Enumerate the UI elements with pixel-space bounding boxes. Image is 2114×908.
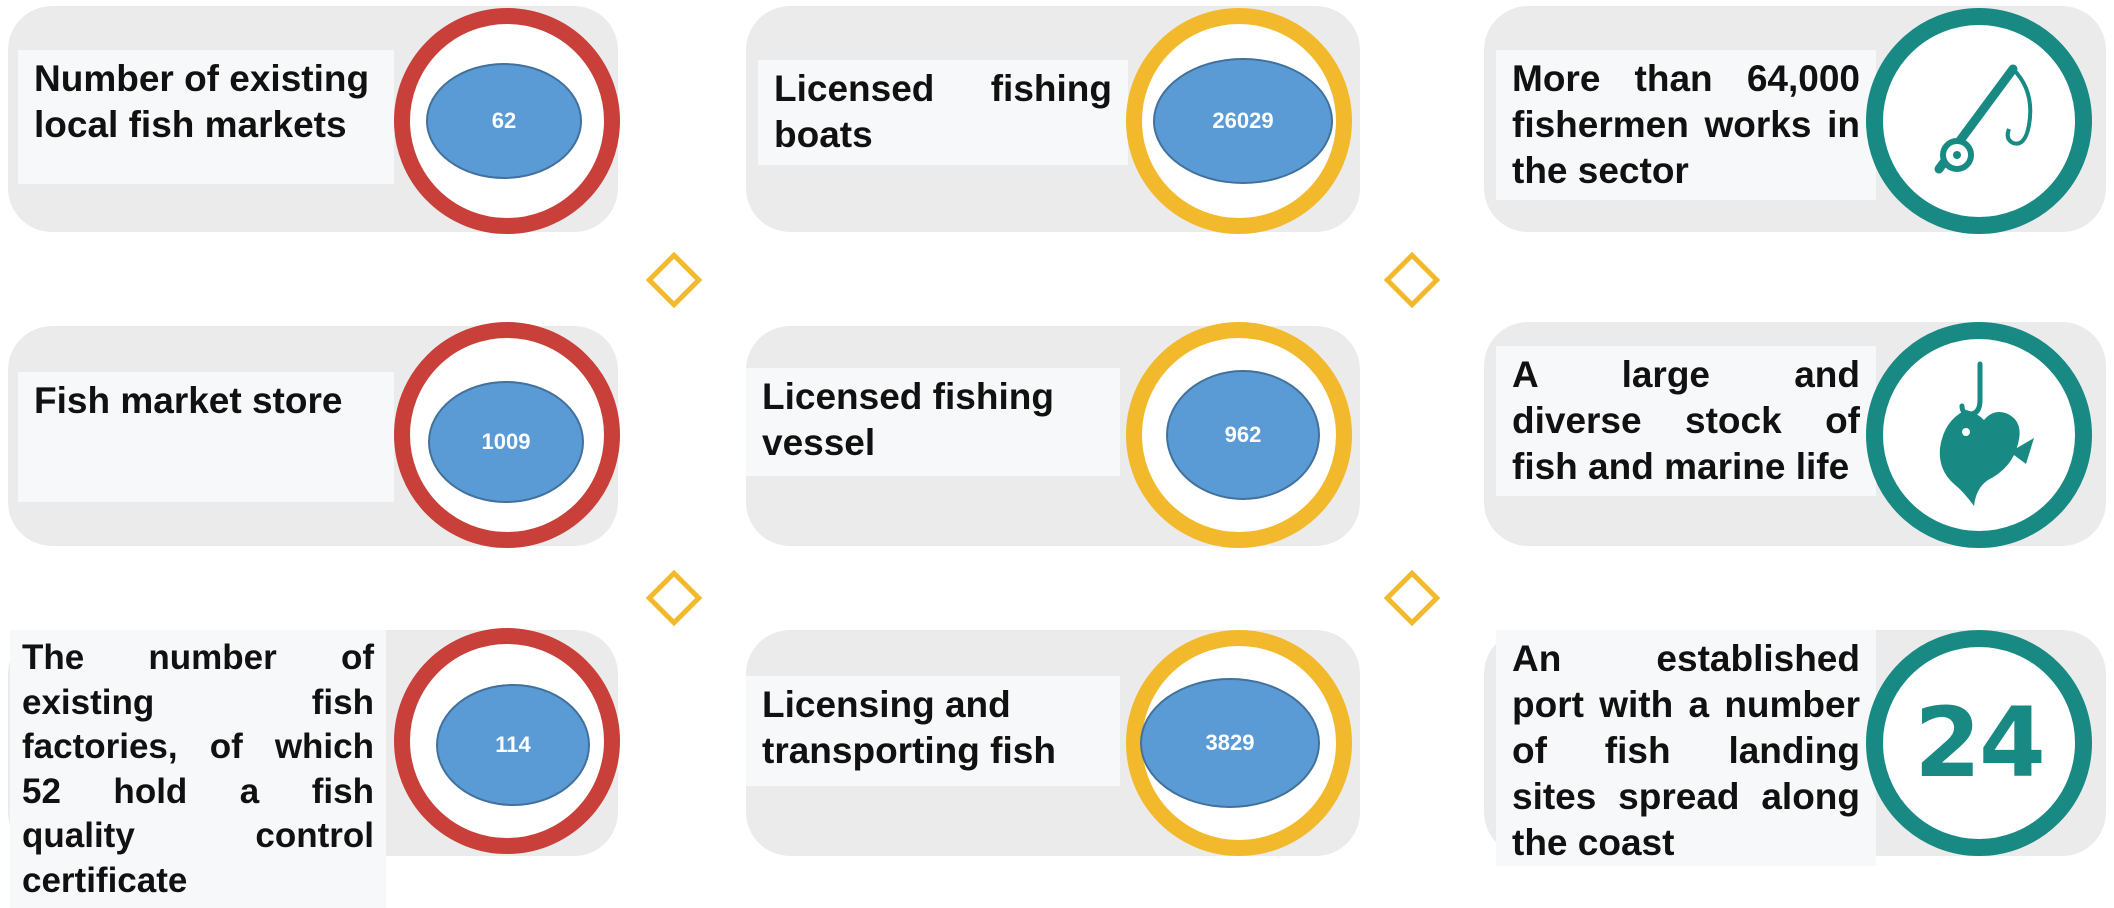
label-line: factories, of which (22, 727, 374, 766)
label-line: A large and (1512, 354, 1860, 395)
label-line: vessel (762, 422, 876, 463)
label-line: Licensed fishing (762, 376, 1054, 417)
label-line: fishermen works in (1512, 104, 1860, 145)
value-oval: 1009 (428, 381, 584, 503)
value-oval: 962 (1166, 370, 1320, 500)
label-line: diverse stock of (1512, 400, 1860, 441)
label-licensed-fishing-boats: Licensed fishing boats (758, 60, 1128, 165)
value-local-fish-markets: 62 (491, 108, 517, 133)
label-line: port with a number (1512, 684, 1860, 725)
value-oval: 62 (426, 63, 582, 179)
label-line: transporting fish (762, 730, 1056, 771)
diamond-connector (645, 569, 703, 627)
label-line: local fish markets (34, 104, 347, 145)
value-licensed-fishing-vessel: 962 (1224, 422, 1262, 447)
label-local-fish-markets: Number of existing local fish markets (18, 50, 394, 184)
label-established-port: An established port with a number of fis… (1496, 630, 1876, 866)
label-line: existing fish (22, 682, 374, 722)
label-licensed-fishing-vessel: Licensed fishing vessel (746, 368, 1120, 476)
diamond-connector (645, 251, 703, 309)
label-fish-market-store: Fish market store (18, 372, 394, 502)
label-line: The number of (22, 638, 374, 677)
label-line: sites spread along (1512, 776, 1860, 817)
value-established-port: 24 (1914, 687, 2046, 799)
label-line: boats (774, 114, 873, 155)
teal-ring: 24 (1866, 630, 2092, 856)
value-fish-factories: 114 (495, 732, 531, 757)
value-oval: 26029 (1153, 58, 1333, 184)
label-fish-factories: The number of existing fish factories, o… (10, 630, 386, 908)
label-fishermen: More than 64,000 fishermen works in the … (1496, 50, 1876, 200)
label-line: Number of existing (34, 58, 370, 99)
label-line: the coast (1512, 822, 1675, 863)
label-line: certificate (22, 860, 188, 900)
fish-on-hook-icon (1939, 361, 2034, 506)
label-line: An established (1512, 638, 1860, 679)
label-line: 52 hold a fish (22, 771, 374, 811)
value-fish-market-store: 1009 (481, 429, 531, 454)
label-line: Licensed fishing (774, 68, 1112, 109)
teal-ring (1866, 322, 2092, 548)
label-line: the sector (1512, 150, 1689, 191)
label-line: More than 64,000 (1512, 58, 1860, 99)
diamond-connector (1383, 251, 1441, 309)
label-line: Fish market store (34, 380, 343, 421)
diamond-connector (1383, 569, 1441, 627)
label-line: quality control (22, 816, 374, 855)
label-transporting-fish: Licensing and transporting fish (746, 676, 1120, 786)
value-licensed-fishing-boats: 26029 (1212, 108, 1274, 133)
value-oval: 3829 (1140, 678, 1320, 808)
label-line: Licensing and (762, 684, 1011, 725)
fishing-rod-icon (1934, 64, 2033, 174)
teal-ring (1866, 8, 2092, 234)
label-fish-stock: A large and diverse stock of fish and ma… (1496, 346, 1876, 496)
label-line: of fish landing (1512, 730, 1860, 771)
value-oval: 114 (436, 684, 590, 806)
value-transporting-fish: 3829 (1205, 730, 1255, 755)
label-line: fish and marine life (1512, 446, 1850, 487)
